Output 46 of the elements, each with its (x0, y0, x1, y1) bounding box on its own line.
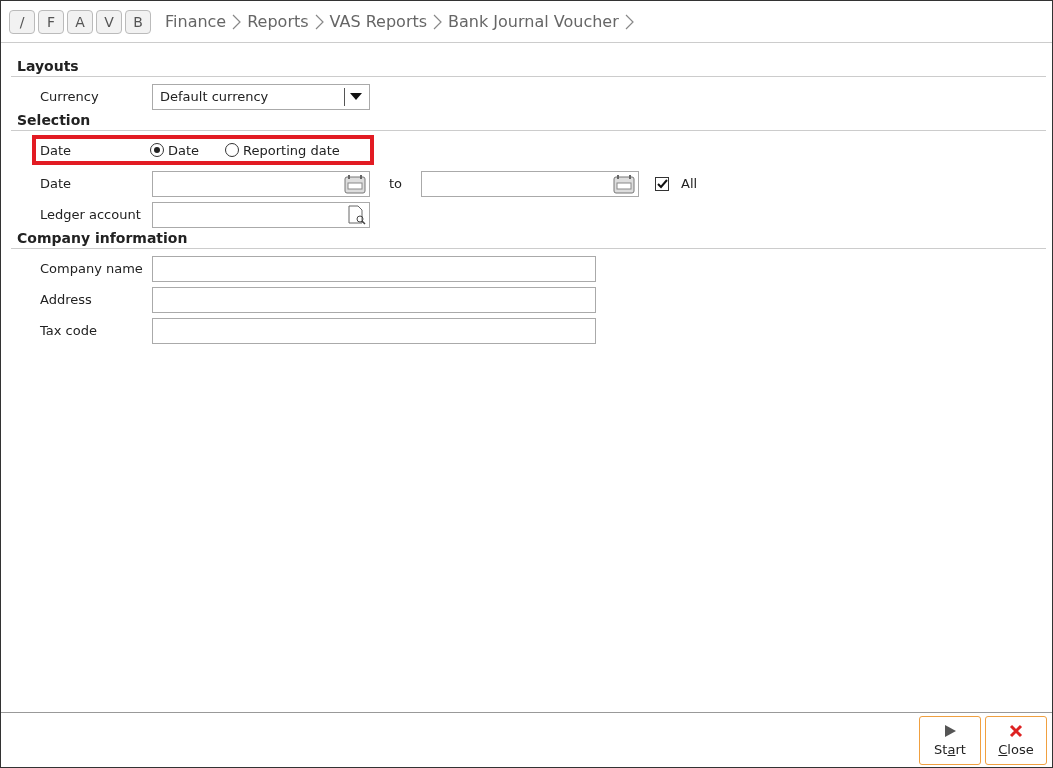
field-label: Date (40, 142, 73, 158)
breadcrumb-link[interactable]: Bank Journal Voucher (448, 12, 619, 31)
shortcut-button[interactable]: F (38, 9, 64, 34)
shortcut-button[interactable]: / (9, 9, 35, 34)
date-field[interactable] (421, 170, 639, 197)
breadcrumb-link[interactable]: Finance (165, 12, 227, 31)
shortcut-button[interactable]: V (96, 9, 122, 34)
field-label: Ledger account (40, 207, 142, 222)
breadcrumb-link[interactable]: VAS Reports (329, 12, 428, 31)
play-icon (943, 723, 957, 738)
start-button[interactable]: Start (919, 715, 981, 765)
section-heading: Selection (11, 112, 1046, 131)
radio-label: Reporting date (243, 142, 340, 158)
shortcut-button[interactable]: B (125, 9, 151, 34)
radio-option[interactable]: Reporting date (225, 142, 340, 158)
calendar-icon (344, 173, 366, 194)
chevron-icon (433, 13, 443, 30)
date-field[interactable] (152, 170, 370, 197)
section-heading: Layouts (11, 58, 1046, 77)
field-label: Date (40, 176, 73, 191)
dropdown-value: Default currency (159, 89, 269, 104)
text-field[interactable] (152, 317, 596, 344)
radio-option[interactable]: Date (150, 142, 200, 158)
field-label: Tax code (40, 323, 98, 338)
section-heading: Company information (11, 230, 1046, 249)
chevron-icon (232, 13, 242, 30)
checkbox[interactable] (655, 176, 669, 191)
field-label: Currency (40, 89, 100, 104)
close-icon (1009, 723, 1023, 738)
currency-dropdown[interactable]: Default currency (152, 83, 370, 110)
breadcrumb-link[interactable]: Reports (247, 12, 309, 31)
text-field[interactable] (152, 255, 596, 282)
calendar-icon (613, 173, 635, 194)
radio-label: Date (168, 142, 200, 158)
ledger-account-field[interactable] (152, 201, 370, 228)
close-button[interactable]: Close (985, 715, 1047, 765)
chevron-icon (314, 13, 324, 30)
caret-icon (350, 92, 362, 101)
field-label: Address (40, 292, 93, 307)
checkbox-label: All (681, 176, 698, 191)
shortcut-button[interactable]: A (67, 9, 93, 34)
text-field[interactable] (152, 286, 596, 313)
to-label: to (387, 176, 404, 191)
chevron-icon (624, 13, 634, 30)
field-label: Company name (40, 261, 144, 276)
document-search-icon (348, 204, 366, 225)
